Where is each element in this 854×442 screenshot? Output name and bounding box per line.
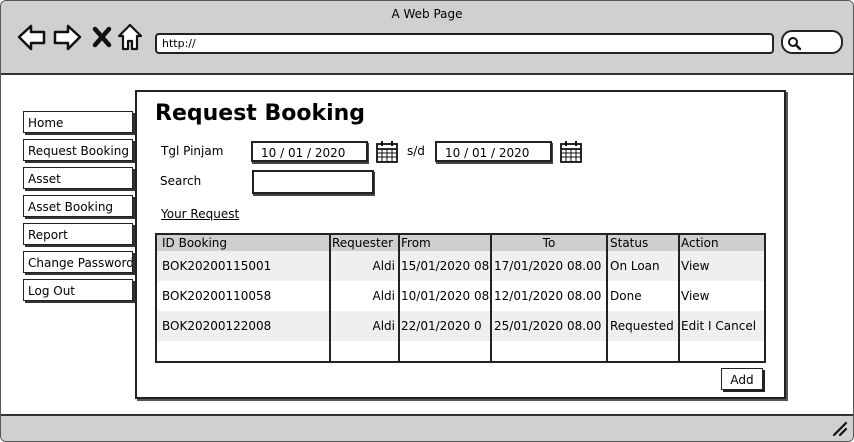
edit-cancel-action-link[interactable]: Edit I Cancel [681,311,763,341]
cell-requester: Aldi [372,319,396,333]
header-requester: Requester [332,236,394,250]
date-range-separator: s/d [407,144,425,158]
date-label: Tgl Pinjam [161,144,224,158]
sidebar-item-change-password[interactable]: Change Password [23,251,133,273]
header-to: To [542,236,556,250]
sidebar-item-report[interactable]: Report [23,223,133,245]
browser-search-field[interactable] [781,30,843,54]
cell-id-booking: BOK20200122008 [162,319,272,333]
browser-window: A Web Page http:// Home Request Booking … [0,0,854,442]
cell-status: Done [610,289,642,303]
page-title: Request Booking [155,101,366,126]
forward-arrow-icon[interactable] [52,23,82,53]
close-x-icon[interactable] [92,23,112,53]
search-input[interactable] [252,170,374,194]
sidebar-item-log-out[interactable]: Log Out [23,279,133,301]
add-button[interactable]: Add [721,368,763,390]
your-request-link[interactable]: Your Request [161,207,239,221]
header-from: From [401,236,431,250]
cell-to: 25/01/2020 08.00 [494,319,602,333]
cell-to: 17/01/2020 08.00 [494,259,602,273]
view-action-link[interactable]: View [681,251,763,281]
column-divider [329,235,331,361]
window-title: A Web Page [391,7,463,21]
column-divider [398,235,400,361]
home-icon[interactable] [117,23,143,53]
cell-status: On Loan [610,259,660,273]
cell-from: 15/01/2020 08 [401,259,489,273]
cell-from: 22/01/2020 0 [401,319,482,333]
status-bar [1,414,853,441]
cell-status: Requested [610,319,674,333]
address-bar[interactable]: http:// [155,33,774,54]
magnifier-icon [787,35,802,54]
resize-grip-icon[interactable] [831,420,848,440]
column-divider [606,235,608,361]
cell-from: 10/01/2020 08 [401,289,489,303]
cell-id-booking: BOK20200110058 [162,289,272,303]
cell-requester: Aldi [372,289,396,303]
back-arrow-icon[interactable] [17,23,47,53]
sidebar-item-asset-booking[interactable]: Asset Booking [23,195,133,217]
search-label: Search [160,174,202,188]
request-table: ID Booking Requester From To Status Acti… [155,233,766,363]
column-divider [678,235,680,361]
cell-to: 12/01/2020 08.00 [494,289,602,303]
date-from-field[interactable]: 10 / 01 / 2020 [251,141,368,162]
cell-id-booking: BOK20200115001 [162,259,272,273]
view-action-link[interactable]: View [681,281,763,311]
browser-toolbar: A Web Page http:// [1,1,853,75]
cell-requester: Aldi [372,259,396,273]
main-panel: Request Booking Tgl Pinjam 10 / 01 / 202… [135,90,786,399]
sidebar-item-request-booking[interactable]: Request Booking [23,139,133,161]
date-to-field[interactable]: 10 / 01 / 2020 [435,141,552,162]
calendar-icon[interactable] [559,140,583,168]
sidebar-item-home[interactable]: Home [23,111,133,133]
header-action: Action [681,236,719,250]
column-divider [490,235,492,361]
header-status: Status [610,236,649,250]
header-id-booking: ID Booking [162,236,228,250]
sidebar-item-asset[interactable]: Asset [23,167,133,189]
calendar-icon[interactable] [375,140,399,168]
